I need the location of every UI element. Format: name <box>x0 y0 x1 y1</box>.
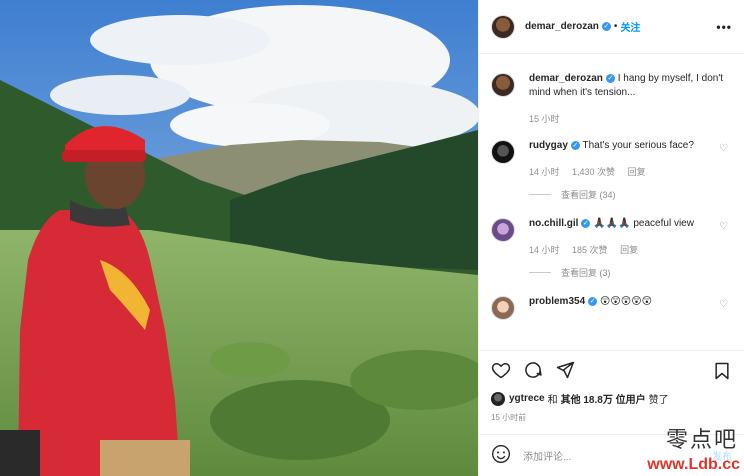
comments-list[interactable]: demar_derozan ✓ I hang by myself, I don't… <box>479 56 744 350</box>
comment-time[interactable]: 14 小时 <box>529 245 560 255</box>
post-sidebar: demar_derozan ✓ • 关注 ••• demar_derozan ✓ … <box>478 0 744 476</box>
caption-item: demar_derozan ✓ I hang by myself, I don't… <box>491 72 732 125</box>
comment-username[interactable]: problem354 <box>529 296 585 307</box>
verified-icon: ✓ <box>605 73 615 83</box>
view-replies-label[interactable]: 查看回复 (34) <box>561 188 616 201</box>
avatar[interactable] <box>491 73 515 97</box>
landscape-photo-image <box>0 0 478 476</box>
caption-time[interactable]: 15 小时 <box>529 114 560 124</box>
comment-username[interactable]: no.chill.gil <box>529 218 578 229</box>
comment-text: 😲😲😲😲😲 <box>599 296 653 307</box>
watermark-text: 零点吧 <box>665 428 738 453</box>
avatar[interactable] <box>491 140 515 164</box>
verified-icon: ✓ <box>581 218 591 228</box>
heart-outline-icon[interactable]: ♡ <box>719 299 728 310</box>
caption-body: demar_derozan ✓ I hang by myself, I don't… <box>529 72 725 125</box>
divider <box>529 272 551 273</box>
comment-item: rudygay ✓ That's your serious face? 14 小时… <box>491 139 732 178</box>
comment-likes[interactable]: 185 次赞 <box>572 245 608 255</box>
heart-icon[interactable] <box>491 360 511 383</box>
view-replies-label[interactable]: 查看回复 (3) <box>561 266 611 279</box>
watermark-url: www.Ldb.cc <box>647 456 740 473</box>
comment-meta: 14 小时 1,430 次赞 回复 <box>529 165 725 178</box>
verified-icon: ✓ <box>570 140 580 150</box>
view-replies-button[interactable]: 查看回复 (34) <box>529 188 732 201</box>
bookmark-icon[interactable] <box>712 361 732 384</box>
post-photo[interactable] <box>0 0 478 476</box>
separator-dot: • <box>613 21 618 32</box>
likes-and: 和 <box>547 395 558 406</box>
reply-button[interactable]: 回复 <box>620 245 638 255</box>
comment-text-line: rudygay ✓ That's your serious face? <box>529 139 725 153</box>
more-options-icon[interactable]: ••• <box>716 20 732 34</box>
avatar[interactable] <box>491 391 505 406</box>
instagram-post-view: demar_derozan ✓ • 关注 ••• demar_derozan ✓ … <box>0 0 744 476</box>
avatar[interactable] <box>491 296 515 320</box>
emoji-icon[interactable] <box>491 444 511 467</box>
post-header: demar_derozan ✓ • 关注 ••• <box>479 0 744 54</box>
comment-text-line: no.chill.gil ✓ 🙏🏿🙏🏿🙏🏿 peaceful view <box>529 217 725 231</box>
action-icons <box>479 351 744 391</box>
liker-username[interactable]: ygtrece <box>509 393 545 404</box>
likes-line: ygtrece 和 其他 18.8万 位用户 赞了 <box>479 391 744 406</box>
comment-text-line: problem354 ✓ 😲😲😲😲😲 <box>529 295 725 309</box>
heart-outline-icon[interactable]: ♡ <box>719 143 728 154</box>
comment-body: rudygay ✓ That's your serious face? 14 小时… <box>529 139 725 178</box>
comment-likes[interactable]: 1,430 次赞 <box>572 167 615 177</box>
comment-item: problem354 ✓ 😲😲😲😲😲 ♡ <box>491 295 732 320</box>
post-time[interactable]: 15 小时前 <box>479 406 744 423</box>
comment-item: no.chill.gil ✓ 🙏🏿🙏🏿🙏🏿 peaceful view 14 小时… <box>491 217 732 256</box>
verified-icon: ✓ <box>601 22 611 31</box>
comment-time[interactable]: 14 小时 <box>529 167 560 177</box>
avatar[interactable] <box>491 14 515 39</box>
comment-body: problem354 ✓ 😲😲😲😲😲 <box>529 295 725 320</box>
comment-text: That's your serious face? <box>582 140 694 151</box>
heart-outline-icon[interactable]: ♡ <box>719 221 728 232</box>
likes-count[interactable]: 其他 18.8万 位用户 <box>561 391 646 406</box>
comment-text: 🙏🏿🙏🏿🙏🏿 peaceful view <box>593 218 694 229</box>
comment-icon[interactable] <box>523 360 543 383</box>
comment-username[interactable]: rudygay <box>529 140 568 151</box>
reply-button[interactable]: 回复 <box>628 167 646 177</box>
header-username[interactable]: demar_derozan <box>525 21 599 32</box>
comment-input[interactable]: 添加评论... <box>523 448 571 463</box>
caption-username[interactable]: demar_derozan <box>529 73 603 84</box>
share-icon[interactable] <box>555 360 575 383</box>
caption-text-line: demar_derozan ✓ I hang by myself, I don't… <box>529 72 725 100</box>
comment-body: no.chill.gil ✓ 🙏🏿🙏🏿🙏🏿 peaceful view 14 小时… <box>529 217 725 256</box>
follow-button[interactable]: 关注 <box>620 19 640 34</box>
comment-meta: 14 小时 185 次赞 回复 <box>529 243 725 256</box>
likes-suffix: 赞了 <box>648 395 669 406</box>
divider <box>529 194 551 195</box>
view-replies-button[interactable]: 查看回复 (3) <box>529 266 732 279</box>
avatar[interactable] <box>491 218 515 242</box>
verified-icon: ✓ <box>588 296 598 306</box>
caption-meta: 15 小时 <box>529 112 725 125</box>
